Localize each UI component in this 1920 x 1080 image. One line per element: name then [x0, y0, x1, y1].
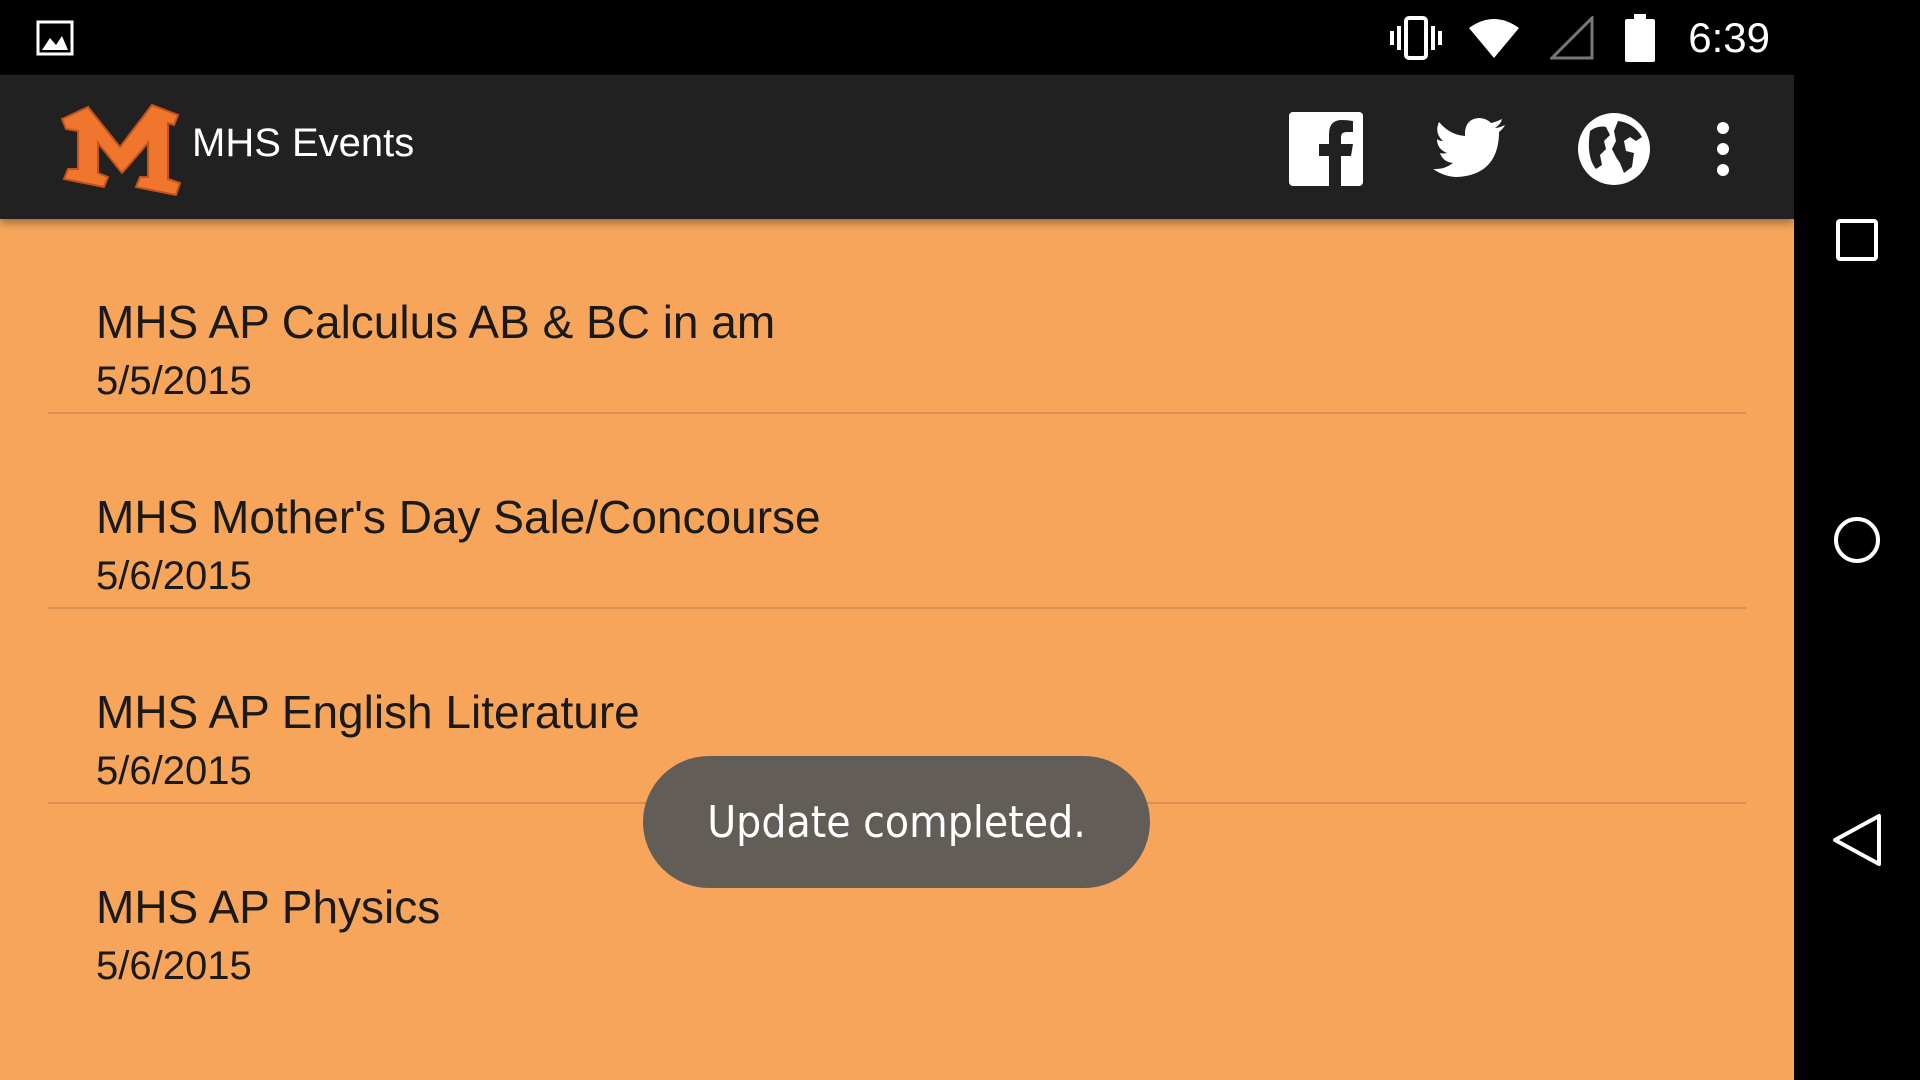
- toast-text: Update completed.: [707, 796, 1086, 848]
- app-bar: MHS Events: [0, 75, 1794, 219]
- twitter-button[interactable]: [1432, 111, 1508, 187]
- toast-message: Update completed.: [643, 756, 1150, 888]
- battery-icon: [1622, 12, 1658, 64]
- facebook-icon: [1289, 112, 1363, 186]
- events-content: MHS AP Calculus AB & BC in am 5/5/2015 M…: [0, 219, 1794, 1080]
- event-title: MHS AP English Literature: [96, 686, 640, 738]
- event-date: 5/6/2015: [96, 749, 252, 793]
- back-button[interactable]: [1817, 800, 1897, 880]
- recents-icon: [1836, 219, 1878, 261]
- globe-icon: [1578, 113, 1650, 185]
- event-list-item[interactable]: MHS AP Calculus AB & BC in am 5/5/2015: [48, 219, 1746, 414]
- overflow-menu-icon: [1717, 122, 1729, 176]
- event-title: MHS AP Physics: [96, 881, 441, 933]
- home-button[interactable]: [1817, 500, 1897, 580]
- status-time: 6:39: [1688, 14, 1770, 61]
- wifi-icon: [1466, 12, 1522, 64]
- facebook-button[interactable]: [1288, 111, 1364, 187]
- event-list-item[interactable]: MHS Mother's Day Sale/Concourse 5/6/2015: [48, 414, 1746, 609]
- vibrate-icon: [1388, 12, 1444, 64]
- event-title: MHS Mother's Day Sale/Concourse: [96, 491, 821, 543]
- event-date: 5/5/2015: [96, 359, 252, 403]
- event-title: MHS AP Calculus AB & BC in am: [96, 296, 776, 348]
- status-bar: 6:39: [0, 0, 1794, 75]
- twitter-icon: [1433, 118, 1505, 177]
- cell-signal-icon: [1544, 12, 1600, 64]
- image-notification-icon: [36, 20, 74, 56]
- back-icon: [1833, 814, 1881, 866]
- event-date: 5/6/2015: [96, 554, 252, 598]
- recents-button[interactable]: [1817, 200, 1897, 280]
- navigation-bar: [1794, 0, 1920, 1080]
- home-icon: [1834, 517, 1880, 563]
- overflow-menu-button[interactable]: [1688, 111, 1758, 187]
- mhs-logo-icon: [58, 99, 182, 197]
- app-title: MHS Events: [192, 121, 415, 165]
- event-date: 5/6/2015: [96, 944, 252, 988]
- website-button[interactable]: [1576, 111, 1652, 187]
